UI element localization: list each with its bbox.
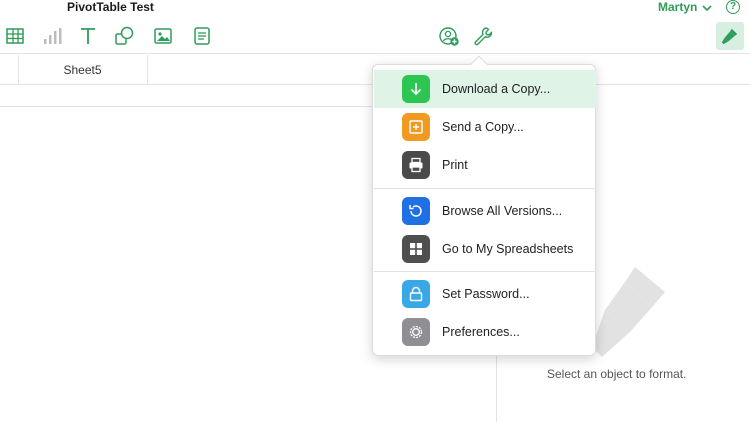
user-menu[interactable]: Martyn [658, 0, 713, 15]
send-copy-icon [402, 113, 430, 141]
spreadsheets-grid-icon [402, 235, 430, 263]
text-icon[interactable] [76, 24, 100, 48]
media-icon[interactable] [151, 24, 175, 48]
chart-icon[interactable] [40, 24, 64, 48]
lock-icon [402, 280, 430, 308]
menu-item-label: Set Password... [442, 287, 530, 301]
menu-item-print[interactable]: Print [374, 146, 596, 184]
menu-item-browse-versions[interactable]: Browse All Versions... [374, 192, 596, 230]
menu-separator [374, 271, 596, 272]
table-icon[interactable] [3, 24, 27, 48]
menu-item-my-spreadsheets[interactable]: Go to My Spreadsheets [374, 230, 596, 268]
menu-item-label: Preferences... [442, 325, 520, 339]
menu-item-label: Download a Copy... [442, 82, 551, 96]
comment-icon[interactable] [190, 24, 214, 48]
inspector-empty-message: Select an object to format. [547, 367, 687, 381]
menu-separator [374, 188, 596, 189]
menu-item-label: Send a Copy... [442, 120, 524, 134]
menu-item-set-password[interactable]: Set Password... [374, 275, 596, 313]
format-brush-icon [721, 28, 738, 45]
download-icon [402, 75, 430, 103]
menu-item-label: Go to My Spreadsheets [442, 242, 574, 256]
menu-item-label: Print [442, 158, 468, 172]
shape-icon[interactable] [112, 24, 136, 48]
tools-menu-popover: Download a Copy... Send a Copy... Print … [372, 55, 596, 356]
format-brush-button[interactable] [716, 22, 744, 50]
menu-item-download-copy[interactable]: Download a Copy... [374, 70, 596, 108]
tab-divider [147, 55, 148, 85]
printer-icon [402, 151, 430, 179]
collaborate-icon[interactable] [437, 24, 461, 48]
user-name: Martyn [658, 0, 698, 14]
versions-icon [402, 197, 430, 225]
gear-icon [402, 318, 430, 346]
title-bar: PivotTable Test Martyn ? [0, 0, 750, 17]
help-button[interactable]: ? [726, 0, 740, 14]
tools-wrench-icon[interactable] [471, 24, 495, 48]
menu-item-send-copy[interactable]: Send a Copy... [374, 108, 596, 146]
document-title: PivotTable Test [67, 0, 154, 14]
paintbrush-placeholder-icon [592, 267, 665, 357]
menu-item-label: Browse All Versions... [442, 204, 563, 218]
tab-sheet5[interactable]: Sheet5 [18, 55, 147, 85]
menu-item-preferences[interactable]: Preferences... [374, 313, 596, 351]
chevron-down-icon [702, 4, 712, 11]
toolbar [0, 20, 750, 54]
